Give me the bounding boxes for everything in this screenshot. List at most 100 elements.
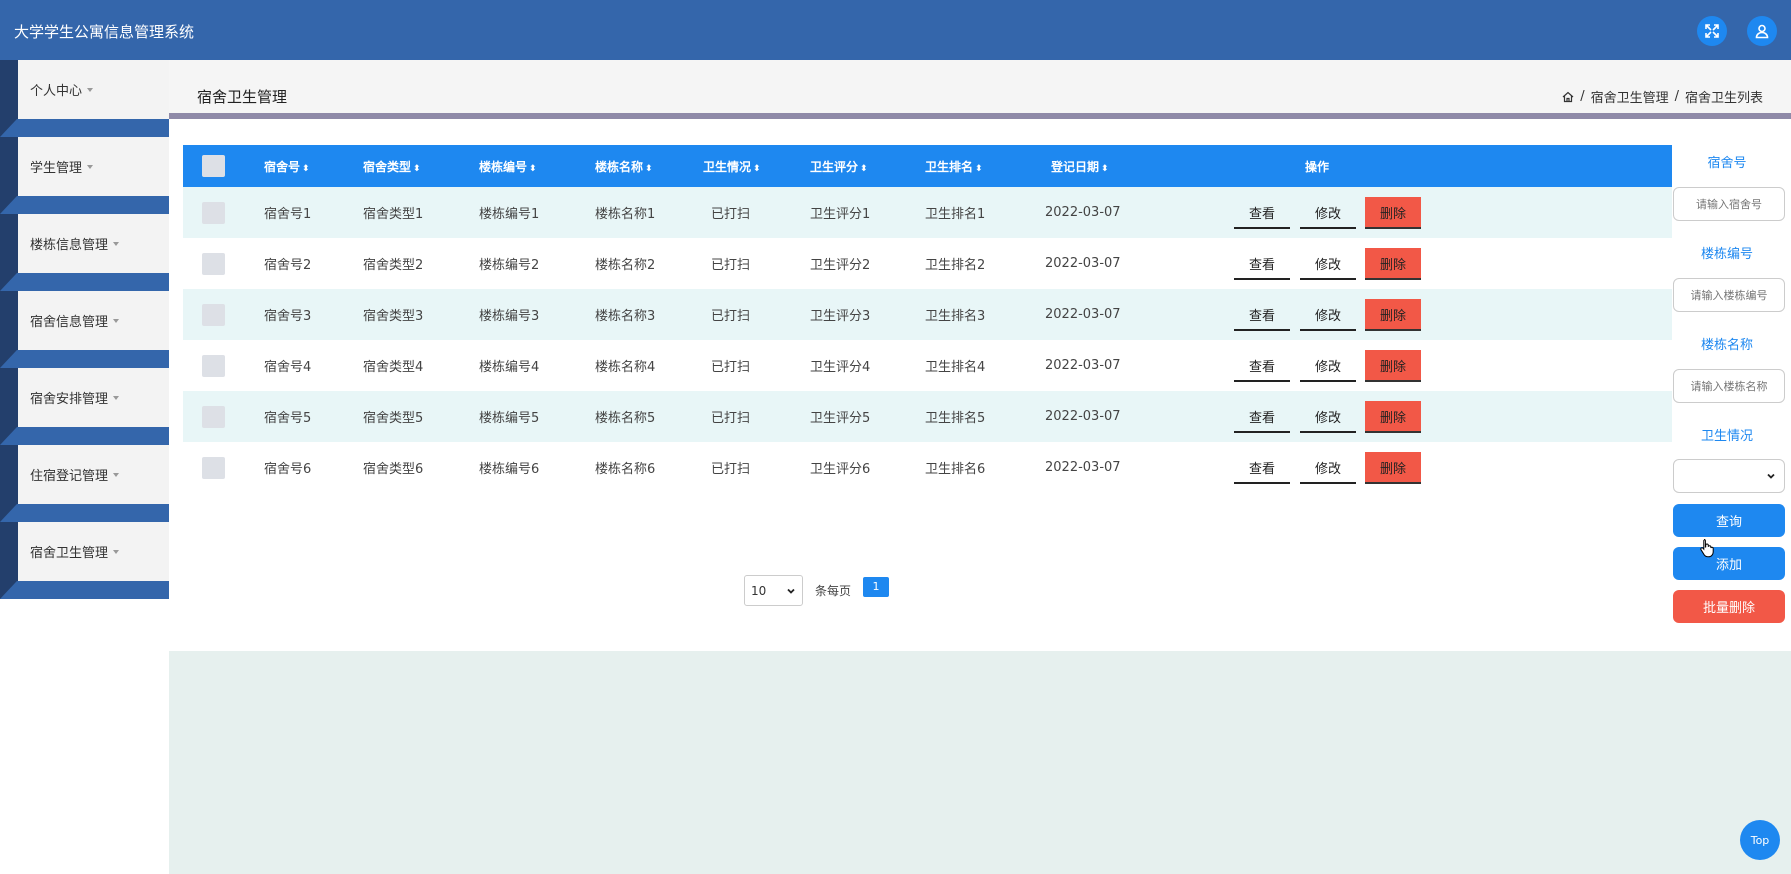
sidebar-item-label: 宿舍信息管理 bbox=[30, 315, 109, 330]
main-area: 宿舍卫生管理 / 宿舍卫生管理 / 宿舍卫生列表 宿舍号 ⬍ 宿舍类型 ⬍ 楼栋编号… bbox=[169, 60, 1791, 874]
cell-dorm-no: 宿舍号6 bbox=[264, 462, 312, 477]
sidebar-item-personal-center[interactable]: 个人中心 bbox=[18, 60, 169, 119]
column-header-hygiene-status[interactable]: 卫生情况 ⬍ bbox=[703, 158, 761, 175]
delete-button[interactable]: 删除 bbox=[1365, 452, 1421, 484]
hygiene-status-select[interactable] bbox=[1673, 459, 1785, 493]
row-checkbox[interactable] bbox=[202, 354, 225, 377]
caret-down-icon bbox=[113, 472, 120, 477]
building-name-input[interactable] bbox=[1673, 369, 1785, 403]
row-checkbox[interactable] bbox=[202, 405, 225, 428]
sort-icon: ⬍ bbox=[413, 163, 421, 174]
edit-button[interactable]: 修改 bbox=[1300, 452, 1356, 484]
cell-dorm-type: 宿舍类型2 bbox=[363, 258, 424, 273]
sort-icon: ⬍ bbox=[753, 163, 761, 174]
row-checkbox[interactable] bbox=[202, 456, 225, 479]
cell-hygiene-rank: 卫生排名4 bbox=[925, 360, 986, 375]
fullscreen-icon bbox=[1705, 24, 1719, 38]
query-button[interactable]: 查询 bbox=[1673, 504, 1785, 537]
cell-hygiene-rank: 卫生排名1 bbox=[925, 207, 986, 222]
edit-button[interactable]: 修改 bbox=[1300, 401, 1356, 433]
view-button[interactable]: 查看 bbox=[1234, 401, 1290, 433]
home-icon[interactable] bbox=[1562, 91, 1574, 103]
column-header-dorm-type[interactable]: 宿舍类型 ⬍ bbox=[363, 158, 421, 175]
breadcrumb-separator: / bbox=[1674, 89, 1679, 104]
caret-down-icon bbox=[87, 87, 94, 92]
breadcrumb-separator: / bbox=[1580, 89, 1585, 104]
sort-icon: ⬍ bbox=[860, 163, 868, 174]
cell-hygiene-rank: 卫生排名5 bbox=[925, 411, 986, 426]
row-checkbox[interactable] bbox=[202, 252, 225, 275]
row-checkbox[interactable] bbox=[202, 303, 225, 326]
sidebar-block: 宿舍安排管理 bbox=[0, 368, 169, 445]
column-header-register-date[interactable]: 登记日期 ⬍ bbox=[1051, 158, 1109, 175]
delete-button[interactable]: 删除 bbox=[1365, 350, 1421, 382]
edit-button[interactable]: 修改 bbox=[1300, 248, 1356, 280]
cell-register-date: 2022-03-07 bbox=[1045, 256, 1121, 271]
breadcrumb-item[interactable]: 宿舍卫生管理 bbox=[1591, 87, 1669, 106]
delete-button[interactable]: 删除 bbox=[1365, 197, 1421, 229]
edit-button[interactable]: 修改 bbox=[1300, 299, 1356, 331]
user-icon bbox=[1755, 24, 1769, 39]
cell-building-name: 楼栋名称6 bbox=[595, 462, 656, 477]
cell-building-name: 楼栋名称3 bbox=[595, 309, 656, 324]
cell-hygiene-status: 已打扫 bbox=[711, 462, 751, 477]
dorm-no-label: 宿舍号 bbox=[1707, 156, 1747, 171]
cell-hygiene-rank: 卫生排名2 bbox=[925, 258, 986, 273]
view-button[interactable]: 查看 bbox=[1234, 197, 1290, 229]
select-all-checkbox[interactable] bbox=[202, 155, 225, 177]
sidebar-block: 宿舍信息管理 bbox=[0, 291, 169, 368]
cell-register-date: 2022-03-07 bbox=[1045, 307, 1121, 322]
table-row: 宿舍号4 宿舍类型4 楼栋编号4 楼栋名称4 已打扫 卫生评分4 卫生排名4 2… bbox=[183, 340, 1672, 391]
cell-building-no: 楼栋编号1 bbox=[479, 207, 540, 222]
app-title: 大学学生公寓信息管理系统 bbox=[14, 23, 195, 41]
batch-delete-button[interactable]: 批量删除 bbox=[1673, 590, 1785, 623]
building-no-label: 楼栋编号 bbox=[1700, 247, 1753, 262]
sort-icon: ⬍ bbox=[529, 163, 537, 174]
page-1-button[interactable]: 1 bbox=[863, 576, 890, 597]
sidebar-item-student-management[interactable]: 学生管理 bbox=[18, 137, 169, 196]
sidebar-item-dorm-info[interactable]: 宿舍信息管理 bbox=[18, 291, 169, 350]
delete-button[interactable]: 删除 bbox=[1365, 299, 1421, 331]
view-button[interactable]: 查看 bbox=[1234, 452, 1290, 484]
cell-dorm-type: 宿舍类型3 bbox=[363, 309, 424, 324]
view-button[interactable]: 查看 bbox=[1234, 248, 1290, 280]
cell-register-date: 2022-03-07 bbox=[1045, 460, 1121, 475]
cell-building-no: 楼栋编号2 bbox=[479, 258, 540, 273]
caret-down-icon bbox=[113, 241, 120, 246]
chevron-down-icon bbox=[787, 588, 795, 594]
back-to-top-button[interactable]: Top bbox=[1740, 820, 1780, 860]
add-button[interactable]: 添加 bbox=[1673, 547, 1785, 580]
caret-down-icon bbox=[113, 318, 120, 323]
column-header-building-no[interactable]: 楼栋编号 ⬍ bbox=[479, 158, 537, 175]
page-size-value: 10 bbox=[751, 583, 767, 598]
cell-hygiene-status: 已打扫 bbox=[711, 411, 751, 426]
edit-button[interactable]: 修改 bbox=[1300, 350, 1356, 382]
user-button[interactable] bbox=[1747, 16, 1777, 46]
column-header-building-name[interactable]: 楼栋名称 ⬍ bbox=[595, 158, 653, 175]
dorm-no-input[interactable] bbox=[1673, 187, 1785, 221]
column-header-hygiene-score[interactable]: 卫生评分 ⬍ bbox=[810, 158, 868, 175]
column-header-hygiene-rank[interactable]: 卫生排名 ⬍ bbox=[925, 158, 983, 175]
delete-button[interactable]: 删除 bbox=[1365, 401, 1421, 433]
sidebar-item-building-info[interactable]: 楼栋信息管理 bbox=[18, 214, 169, 273]
column-header-dorm-no[interactable]: 宿舍号 ⬍ bbox=[264, 158, 310, 175]
page-title: 宿舍卫生管理 bbox=[197, 88, 288, 106]
cell-dorm-no: 宿舍号1 bbox=[264, 207, 312, 222]
edit-button[interactable]: 修改 bbox=[1300, 197, 1356, 229]
sidebar-item-dorm-arrangement[interactable]: 宿舍安排管理 bbox=[18, 368, 169, 427]
cell-hygiene-score: 卫生评分6 bbox=[810, 462, 871, 477]
view-button[interactable]: 查看 bbox=[1234, 350, 1290, 382]
caret-down-icon bbox=[113, 395, 120, 400]
row-checkbox[interactable] bbox=[202, 201, 225, 224]
sort-icon: ⬍ bbox=[645, 163, 653, 174]
delete-button[interactable]: 删除 bbox=[1365, 248, 1421, 280]
sidebar-item-lodging-registration[interactable]: 住宿登记管理 bbox=[18, 445, 169, 504]
cell-hygiene-status: 已打扫 bbox=[711, 258, 751, 273]
cell-dorm-no: 宿舍号2 bbox=[264, 258, 312, 273]
cell-building-name: 楼栋名称5 bbox=[595, 411, 656, 426]
sidebar-item-dorm-hygiene[interactable]: 宿舍卫生管理 bbox=[18, 522, 169, 581]
fullscreen-button[interactable] bbox=[1697, 16, 1727, 46]
page-size-select[interactable]: 10 bbox=[744, 575, 803, 606]
building-no-input[interactable] bbox=[1673, 278, 1785, 312]
view-button[interactable]: 查看 bbox=[1234, 299, 1290, 331]
